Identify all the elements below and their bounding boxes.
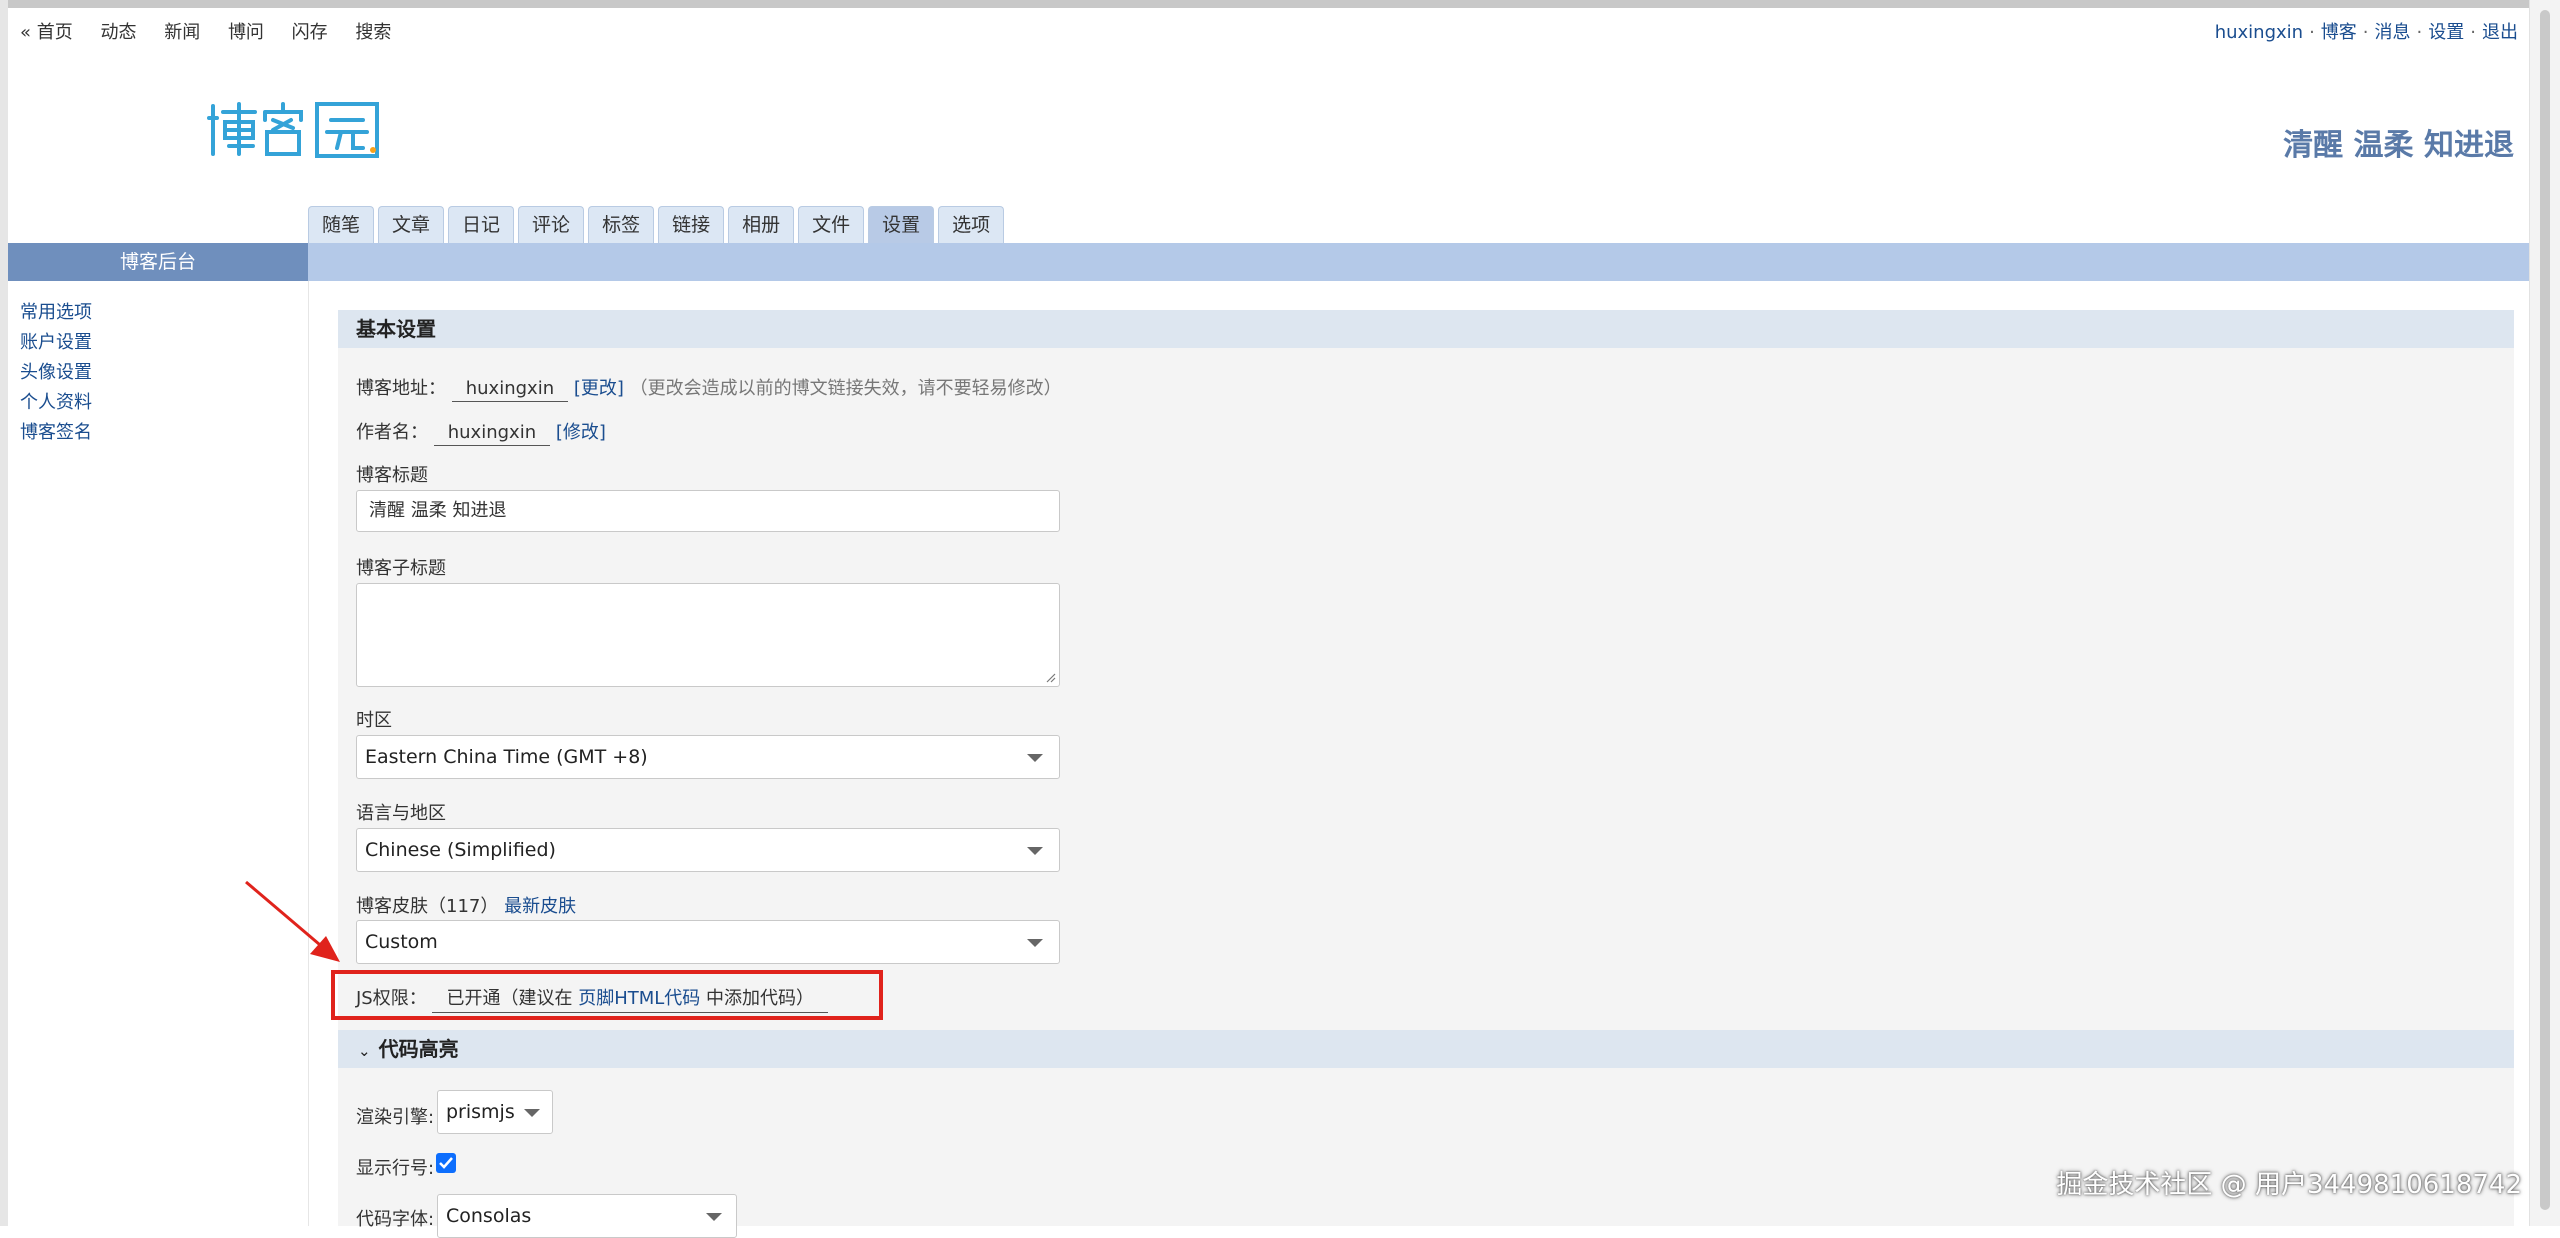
new-skins-link[interactable]: 最新皮肤 — [504, 896, 576, 917]
tab-2[interactable]: 日记 — [448, 206, 515, 243]
language-select[interactable]: Chinese (Simplified) — [356, 828, 1060, 872]
scrollbar-thumb[interactable] — [2540, 10, 2550, 1210]
sidebar-item-common-options[interactable]: 常用选项 — [20, 298, 92, 328]
timezone-label: 时区 — [356, 710, 392, 731]
nav-home-link[interactable]: « 首页 — [20, 22, 73, 43]
nav-news-link[interactable]: 新闻 — [164, 22, 200, 43]
nav-search-link[interactable]: 搜索 — [355, 22, 391, 43]
tab-0[interactable]: 随笔 — [308, 206, 375, 243]
language-value: Chinese (Simplified) — [365, 839, 556, 861]
code-highlight-heading[interactable]: ⌄ 代码高亮 — [338, 1030, 2514, 1068]
chevron-down-icon — [1027, 847, 1043, 855]
sidebar-item-account-settings[interactable]: 账户设置 — [20, 328, 92, 358]
user-nav: huxingxin · 博客 · 消息 · 设置 · 退出 — [2214, 22, 2518, 43]
sidebar-title: 博客后台 — [8, 243, 308, 281]
page-scrollbar[interactable] — [2529, 0, 2560, 1226]
author-label: 作者名： — [356, 422, 428, 443]
blog-title-input[interactable]: 清醒 温柔 知进退 — [356, 490, 1060, 532]
author-value: huxingxin — [433, 422, 551, 446]
my-blog-link[interactable]: 博客 — [2321, 22, 2357, 43]
tab-3[interactable]: 评论 — [518, 206, 585, 243]
tab-5[interactable]: 链接 — [658, 206, 725, 243]
change-address-note: （更改会造成以前的博文链接失效，请不要轻易修改） — [629, 378, 1062, 399]
code-font-select[interactable]: Consolas — [437, 1194, 737, 1238]
cnblogs-logo[interactable] — [203, 98, 383, 160]
sidebar-item-profile[interactable]: 个人资料 — [20, 388, 92, 418]
checkmark-icon — [439, 1157, 453, 1169]
blog-subtitle-label: 博客子标题 — [356, 558, 446, 579]
code-font-value: Consolas — [446, 1205, 532, 1227]
window-left-edge — [0, 0, 8, 1226]
admin-tabs: 随笔 文章 日记 评论 标签 链接 相册 文件 设置 选项 — [308, 206, 1005, 243]
site-nav: « 首页 动态 新闻 博问 闪存 搜索 — [20, 18, 413, 44]
author-row: 作者名： huxingxin [修改] — [356, 418, 606, 446]
blog-address-label: 博客地址： — [356, 378, 446, 399]
tab-1[interactable]: 文章 — [378, 206, 445, 243]
change-address-link[interactable]: [更改] — [574, 378, 624, 399]
tab-8[interactable]: 设置 — [868, 206, 935, 243]
watermark: 掘金技术社区 @ 用户3449810618742 — [2056, 1170, 2522, 1200]
sidebar-divider — [308, 281, 309, 1226]
tab-4[interactable]: 标签 — [588, 206, 655, 243]
nav-news-feed-link[interactable]: 动态 — [100, 22, 136, 43]
browser-top-edge — [0, 0, 2560, 8]
sidebar-item-signature[interactable]: 博客签名 — [20, 418, 92, 448]
tab-9[interactable]: 选项 — [938, 206, 1005, 243]
annotation-highlight-box — [331, 970, 883, 1020]
skin-row: 博客皮肤（117） 最新皮肤 — [356, 892, 576, 918]
username-link[interactable]: huxingxin — [2215, 22, 2303, 43]
tab-7[interactable]: 文件 — [798, 206, 865, 243]
skin-value: Custom — [365, 931, 438, 953]
line-numbers-checkbox[interactable] — [436, 1153, 456, 1173]
blog-title[interactable]: 清醒 温柔 知进退 — [2283, 120, 2514, 164]
chevron-down-icon — [1027, 939, 1043, 947]
blog-address-row: 博客地址： huxingxin [更改] （更改会造成以前的博文链接失效，请不要… — [356, 374, 1062, 402]
logout-link[interactable]: 退出 — [2482, 22, 2518, 43]
chevron-down-icon — [1027, 754, 1043, 762]
resize-handle-icon[interactable] — [1044, 671, 1056, 683]
nav-flash-link[interactable]: 闪存 — [292, 22, 328, 43]
blog-subtitle-textarea[interactable] — [356, 583, 1060, 687]
tab-bar-strip — [8, 243, 2530, 281]
line-numbers-label: 显示行号: — [356, 1158, 435, 1179]
settings-link[interactable]: 设置 — [2428, 22, 2464, 43]
code-font-label: 代码字体: — [356, 1209, 435, 1230]
sidebar-menu: 常用选项 账户设置 头像设置 个人资料 博客签名 — [20, 298, 92, 448]
render-engine-select[interactable]: prismjs — [437, 1090, 553, 1134]
chevron-down-icon — [524, 1109, 540, 1117]
basic-settings-heading: 基本设置 — [338, 310, 2514, 348]
nav-qa-link[interactable]: 博问 — [228, 22, 264, 43]
timezone-select[interactable]: Eastern China Time (GMT +8) — [356, 735, 1060, 779]
tab-6[interactable]: 相册 — [728, 206, 795, 243]
skin-select[interactable]: Custom — [356, 920, 1060, 964]
timezone-value: Eastern China Time (GMT +8) — [365, 746, 648, 768]
modify-author-link[interactable]: [修改] — [556, 422, 606, 443]
blog-title-label: 博客标题 — [356, 465, 428, 486]
annotation-arrow-icon — [245, 880, 340, 962]
sidebar-item-avatar-settings[interactable]: 头像设置 — [20, 358, 92, 388]
messages-link[interactable]: 消息 — [2375, 22, 2411, 43]
chevron-double-down-icon[interactable]: ⌄ — [358, 1042, 371, 1060]
render-engine-label: 渲染引擎: — [356, 1107, 435, 1128]
chevron-down-icon — [706, 1213, 722, 1221]
language-label: 语言与地区 — [356, 803, 446, 824]
render-engine-value: prismjs — [446, 1101, 515, 1123]
blog-address-value: huxingxin — [451, 378, 569, 402]
skin-label: 博客皮肤（117） — [356, 896, 499, 917]
